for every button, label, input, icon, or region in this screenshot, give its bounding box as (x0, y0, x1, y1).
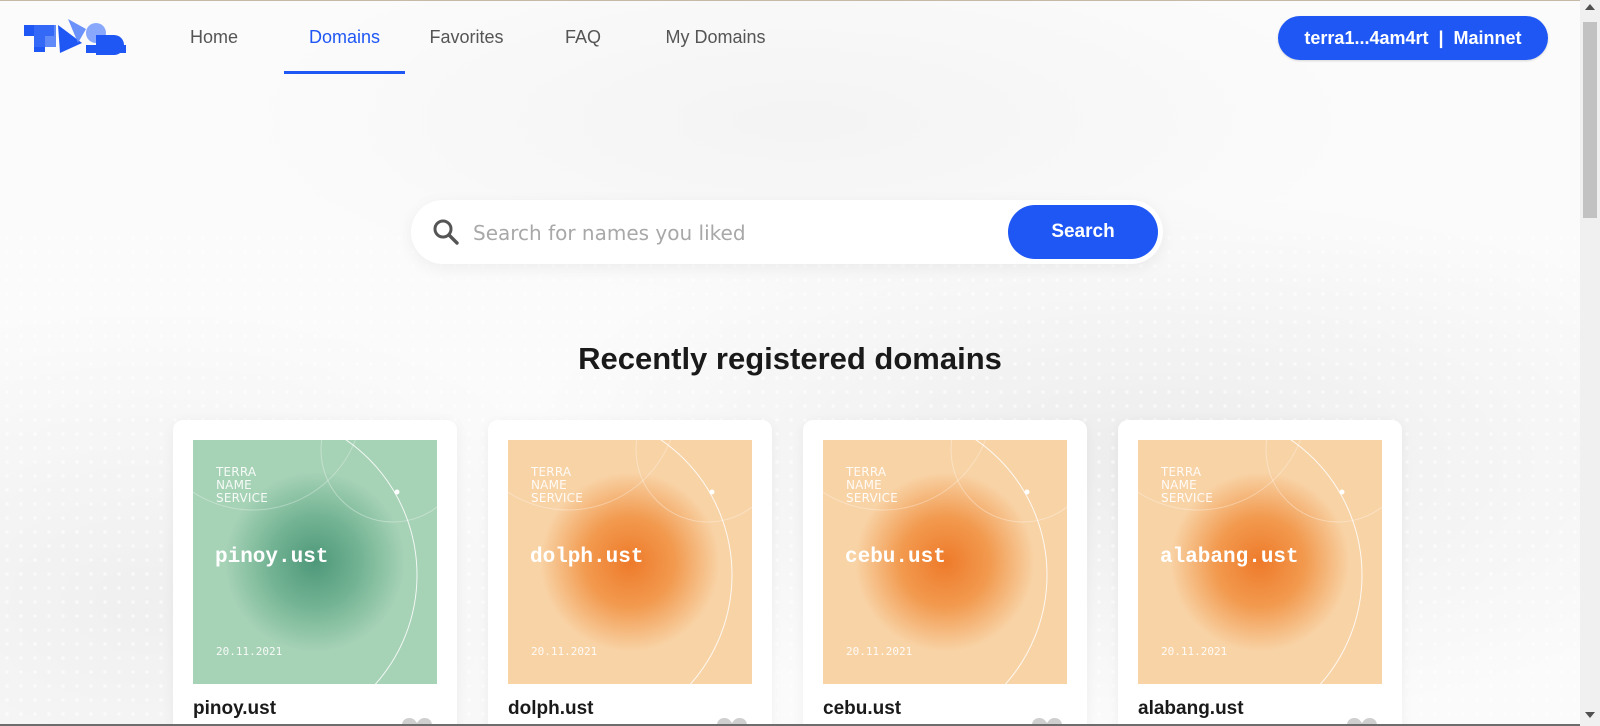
scroll-up-arrow-icon[interactable] (1585, 4, 1595, 10)
nav-faq[interactable]: FAQ (528, 1, 638, 74)
art-date: 20.11.2021 (846, 645, 913, 658)
domain-card[interactable]: TERRA NAME SERVICE alabang.ust 20.11.2021 … (1118, 420, 1402, 726)
wallet-button[interactable]: terra1...4am4rt | Mainnet (1278, 16, 1548, 60)
wallet-separator: | (1438, 27, 1444, 48)
scroll-thumb[interactable] (1583, 22, 1597, 218)
art-brand-text: TERRA NAME SERVICE (846, 465, 898, 505)
search-bar: Search (411, 200, 1163, 264)
domain-card[interactable]: TERRA NAME SERVICE cebu.ust 20.11.2021 ceb… (803, 420, 1087, 726)
domain-art: TERRA NAME SERVICE dolph.ust 20.11.2021 (508, 440, 752, 684)
art-domain-name: alabang.ust (1160, 546, 1299, 569)
recent-domains-title: Recently registered domains (578, 341, 1002, 376)
nav-favorites[interactable]: Favorites (405, 1, 528, 74)
nav-home[interactable]: Home (165, 1, 263, 74)
domain-art: TERRA NAME SERVICE pinoy.ust 20.11.2021 (193, 440, 437, 684)
domain-art: TERRA NAME SERVICE alabang.ust 20.11.2021 (1138, 440, 1382, 684)
page: Home Domains Favorites FAQ My Domains te… (0, 1, 1580, 726)
main-nav: Home Domains Favorites FAQ My Domains (165, 1, 783, 74)
domain-card[interactable]: TERRA NAME SERVICE pinoy.ust 20.11.2021 pi… (173, 420, 457, 726)
art-date: 20.11.2021 (216, 645, 283, 658)
domain-card-title: cebu.ust (823, 698, 902, 719)
wallet-network: Mainnet (1453, 27, 1522, 48)
art-date: 20.11.2021 (1161, 645, 1228, 658)
art-domain-name: dolph.ust (530, 546, 644, 569)
scroll-down-arrow-icon[interactable] (1585, 712, 1595, 718)
search-icon (433, 219, 459, 245)
wallet-address: terra1...4am4rt (1304, 27, 1429, 48)
art-domain-name: cebu.ust (845, 546, 946, 569)
art-brand-text: TERRA NAME SERVICE (531, 465, 583, 505)
tns-logo[interactable] (24, 17, 130, 57)
recent-domains-list: TERRA NAME SERVICE pinoy.ust 20.11.2021 pi… (173, 420, 1413, 726)
search-button[interactable]: Search (1008, 205, 1158, 259)
search-input[interactable] (471, 212, 995, 254)
domain-card-title: alabang.ust (1138, 698, 1244, 719)
domain-card-title: dolph.ust (508, 698, 594, 719)
art-brand-text: TERRA NAME SERVICE (216, 465, 268, 505)
domain-art: TERRA NAME SERVICE cebu.ust 20.11.2021 (823, 440, 1067, 684)
art-domain-name: pinoy.ust (215, 546, 329, 569)
art-brand-text: TERRA NAME SERVICE (1161, 465, 1213, 505)
nav-my-domains[interactable]: My Domains (648, 1, 783, 74)
nav-domains[interactable]: Domains (284, 1, 405, 74)
domain-card-title: pinoy.ust (193, 698, 277, 719)
art-date: 20.11.2021 (531, 645, 598, 658)
domain-card[interactable]: TERRA NAME SERVICE dolph.ust 20.11.2021 do… (488, 420, 772, 726)
vertical-scrollbar[interactable] (1580, 0, 1600, 726)
